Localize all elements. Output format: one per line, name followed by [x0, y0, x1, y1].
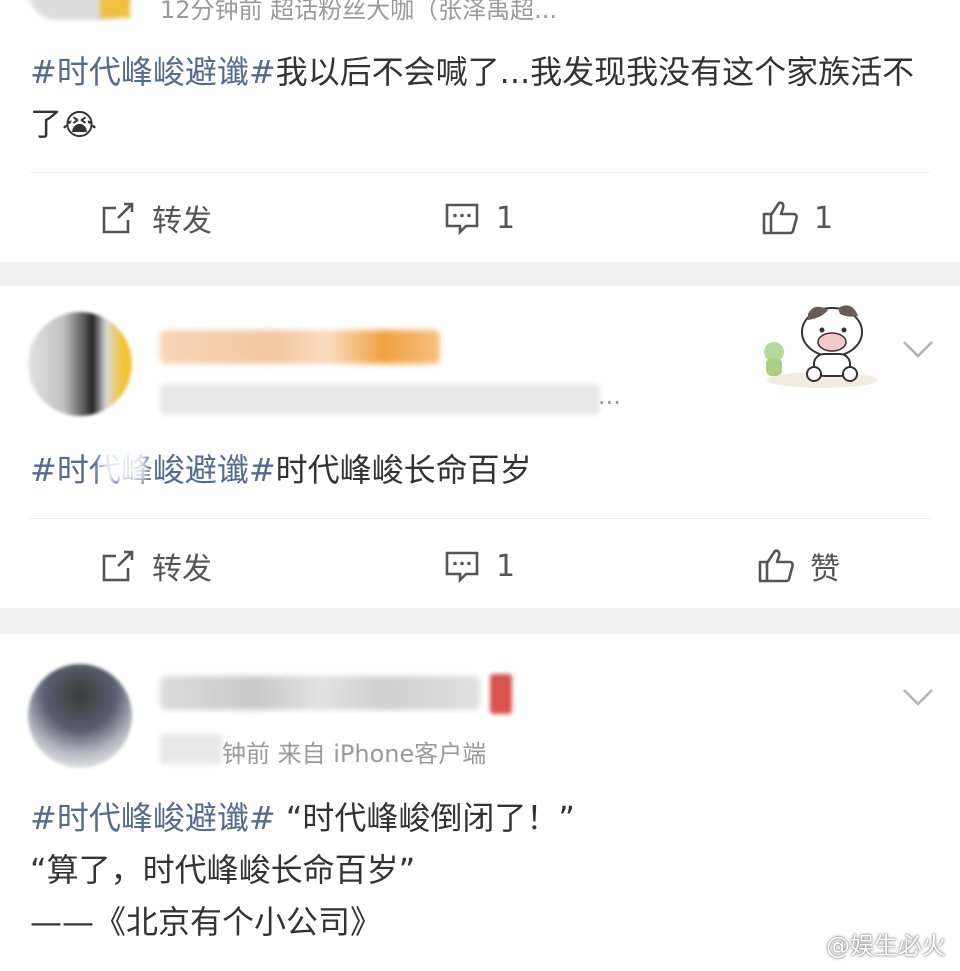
comment-icon [445, 551, 479, 584]
divider [30, 172, 930, 173]
thumbs-up-icon [758, 549, 794, 583]
share-icon [102, 550, 134, 582]
cow-sticker-icon [764, 305, 877, 388]
like-count: 1 [814, 200, 834, 236]
topic-link[interactable]: #时代峰峻避谶# [30, 53, 276, 91]
post-card-2: ... #时代峰峻避谶#时代峰峻长命百岁 转发 1 赞 [0, 286, 960, 608]
crying-face-icon: 😭 [62, 108, 98, 143]
topic-link[interactable]: #时代峰峻避谶# [30, 451, 276, 489]
comment-button[interactable]: 1 [442, 536, 515, 596]
post-text: “时代峰峻倒闭了！” [285, 799, 575, 837]
divider [30, 518, 930, 519]
post-content: #时代峰峻避谶#时代峰峻长命百岁 [30, 444, 930, 496]
post-meta: 钟前 来自 iPhone客户端 [222, 740, 487, 768]
avatar[interactable] [28, 664, 132, 768]
comment-count: 1 [496, 200, 516, 236]
blur-patch [100, 434, 146, 482]
watermark-text: @娱生必火 [826, 932, 946, 960]
post-text: 时代峰峻长命百岁 [275, 451, 532, 489]
repost-label: 转发 [152, 552, 212, 587]
username[interactable] [160, 330, 440, 364]
watermark: @娱生必火 [786, 926, 946, 961]
username[interactable] [160, 676, 480, 710]
comment-icon [445, 203, 479, 236]
action-bar: 转发 1 1 [0, 188, 960, 248]
comment-count: 1 [496, 548, 516, 584]
post-meta-ellipsis: ... [598, 382, 621, 410]
share-icon [102, 202, 134, 234]
post-meta: 12分钟前 超话粉丝大咖（张泽禹超... [160, 0, 558, 24]
post-separator [0, 608, 960, 634]
weibo-logo-icon [786, 932, 820, 957]
thumbs-up-icon [762, 201, 798, 235]
post-card-3: 钟前 来自 iPhone客户端 #时代峰峻避谶# “时代峰峻倒闭了！” “算了，… [0, 634, 960, 971]
repost-button[interactable]: 转发 [98, 536, 212, 596]
post-line-2: “算了，时代峰峻长命百岁” [30, 851, 416, 889]
post-meta-blurred [160, 734, 222, 764]
badge-icon [490, 674, 512, 714]
post-line-1: #时代峰峻避谶# “时代峰峻倒闭了！” [30, 792, 930, 844]
like-label: 赞 [810, 552, 840, 587]
repost-label: 转发 [152, 204, 212, 239]
post-content: #时代峰峻避谶# “时代峰峻倒闭了！” “算了，时代峰峻长命百岁” ——《北京有… [30, 792, 930, 948]
comment-button[interactable]: 1 [442, 188, 515, 248]
avatar[interactable] [28, 312, 132, 416]
like-button[interactable]: 赞 [756, 536, 840, 596]
repost-button[interactable]: 转发 [98, 188, 212, 248]
action-bar: 转发 1 赞 [0, 536, 960, 596]
chevron-down-icon[interactable] [898, 328, 938, 368]
post-meta-blurred [160, 384, 600, 414]
chevron-down-icon[interactable] [898, 676, 938, 716]
post-separator [0, 262, 960, 286]
post-content: #时代峰峻避谶#我以后不会喊了...我发现我没有这个家族活不了😭 [30, 46, 930, 152]
post-card-1: 12分钟前 超话粉丝大咖（张泽禹超... #时代峰峻避谶#我以后不会喊了...我… [0, 0, 960, 262]
badge-icon [100, 0, 130, 18]
topic-link[interactable]: #时代峰峻避谶# [30, 799, 276, 837]
like-button[interactable]: 1 [760, 188, 833, 248]
